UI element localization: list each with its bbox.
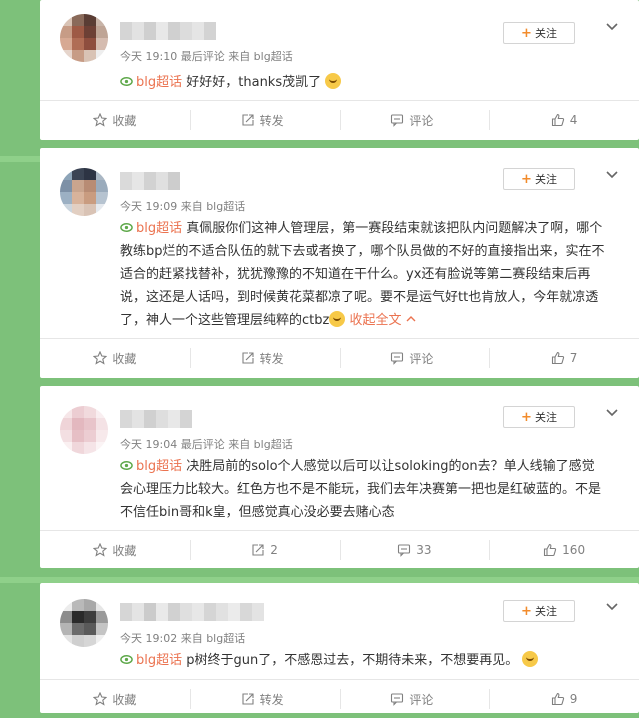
topic-link[interactable]: blg超话 (136, 459, 182, 474)
star-icon (93, 543, 108, 557)
follow-button[interactable]: + 关注 (503, 600, 575, 622)
repost-icon (242, 352, 254, 364)
username-blurred[interactable] (120, 410, 192, 428)
comment-icon (391, 352, 404, 365)
repost-button[interactable]: 转发 (189, 108, 340, 132)
thumbs-up-icon (544, 543, 557, 557)
favorite-button[interactable]: 收藏 (40, 108, 190, 132)
favorite-button[interactable]: 收藏 (40, 687, 190, 711)
star-icon (93, 351, 108, 365)
follow-button[interactable]: + 关注 (503, 406, 575, 428)
thumbs-up-icon (551, 351, 564, 365)
plus-icon: + (521, 171, 532, 187)
post-content: blg超话 决胜局前的solo个人感觉以后可以让soloking的on去？单人线… (120, 459, 602, 520)
chevron-down-icon[interactable] (605, 168, 619, 182)
username-blurred[interactable] (120, 603, 264, 621)
comment-icon (391, 693, 404, 706)
avatar[interactable] (60, 14, 108, 62)
plus-icon: + (521, 25, 532, 41)
follow-button[interactable]: + 关注 (503, 168, 575, 190)
star-icon (93, 692, 108, 706)
emoji-icon (329, 311, 346, 327)
comment-icon (391, 114, 404, 127)
comment-button[interactable]: 评论 (339, 687, 490, 711)
comment-icon (398, 544, 411, 557)
chevron-down-icon[interactable] (605, 406, 619, 420)
username-blurred[interactable] (120, 172, 180, 190)
username-blurred[interactable] (120, 22, 216, 40)
emoji-icon (325, 73, 342, 89)
repost-icon (242, 693, 254, 705)
post-meta: 今天 19:04 最后评论 来自 blg超话 (120, 438, 293, 451)
action-bar: 收藏 转发 评论 4 (40, 100, 639, 139)
avatar[interactable] (60, 168, 108, 216)
topic-link[interactable]: blg超话 (136, 221, 182, 236)
repost-button[interactable]: 转发 (189, 346, 340, 370)
post-card: 今天 19:02 来自 blg超话 + 关注 blg超话 p树终于gun了，不感恩… (40, 583, 639, 713)
repost-icon (242, 114, 254, 126)
supertopic-icon (120, 461, 133, 470)
avatar[interactable] (60, 599, 108, 647)
action-bar: 收藏 转发 评论 9 (40, 679, 639, 718)
plus-icon: + (521, 409, 532, 425)
action-bar: 收藏 2 33 160 (40, 530, 639, 569)
repost-icon (252, 544, 264, 556)
action-bar: 收藏 转发 评论 7 (40, 338, 639, 377)
like-button[interactable]: 4 (489, 108, 639, 132)
supertopic-icon (120, 223, 133, 232)
collapse-link[interactable]: 收起全文 (349, 313, 416, 328)
post-content: blg超话 好好好，thanks茂凯了 (120, 71, 607, 94)
repost-button[interactable]: 转发 (189, 687, 340, 711)
post-meta: 今天 19:10 最后评论 来自 blg超话 (120, 50, 293, 63)
chevron-down-icon[interactable] (605, 600, 619, 614)
avatar[interactable] (60, 406, 108, 454)
comment-button[interactable]: 评论 (339, 346, 490, 370)
supertopic-icon (120, 77, 133, 86)
favorite-button[interactable]: 收藏 (40, 346, 190, 370)
post-meta: 今天 19:02 来自 blg超话 (120, 632, 246, 645)
post-meta: 今天 19:09 来自 blg超话 (120, 200, 246, 213)
like-button[interactable]: 160 (489, 538, 639, 562)
emoji-icon (522, 651, 539, 667)
plus-icon: + (521, 603, 532, 619)
comment-button[interactable]: 评论 (339, 108, 490, 132)
topic-link[interactable]: blg超话 (136, 653, 182, 668)
comment-button[interactable]: 33 (339, 538, 490, 562)
follow-button[interactable]: + 关注 (503, 22, 575, 44)
supertopic-icon (120, 655, 133, 664)
like-button[interactable]: 7 (489, 346, 639, 370)
star-icon (93, 113, 108, 127)
thumbs-up-icon (551, 113, 564, 127)
repost-button[interactable]: 2 (189, 538, 340, 562)
chevron-up-icon (406, 316, 416, 322)
post-content: blg超话 p树终于gun了，不感恩过去，不期待未来，不想要再见。 (120, 649, 607, 672)
post-card: 今天 19:09 来自 blg超话 + 关注 blg超话 真佩服你们这神人管理层，… (40, 148, 639, 378)
post-card: 今天 19:04 最后评论 来自 blg超话 + 关注 blg超话 决胜局前的so… (40, 386, 639, 568)
favorite-button[interactable]: 收藏 (40, 538, 190, 562)
like-button[interactable]: 9 (489, 687, 639, 711)
topic-link[interactable]: blg超话 (136, 75, 182, 90)
post-content: blg超话 真佩服你们这神人管理层，第一赛段结束就该把队内问题解决了啊，哪个教练… (120, 221, 605, 328)
chevron-down-icon[interactable] (605, 20, 619, 34)
thumbs-up-icon (551, 692, 564, 706)
post-card: 今天 19:10 最后评论 来自 blg超话 + 关注 blg超话 好好好，tha… (40, 0, 639, 140)
